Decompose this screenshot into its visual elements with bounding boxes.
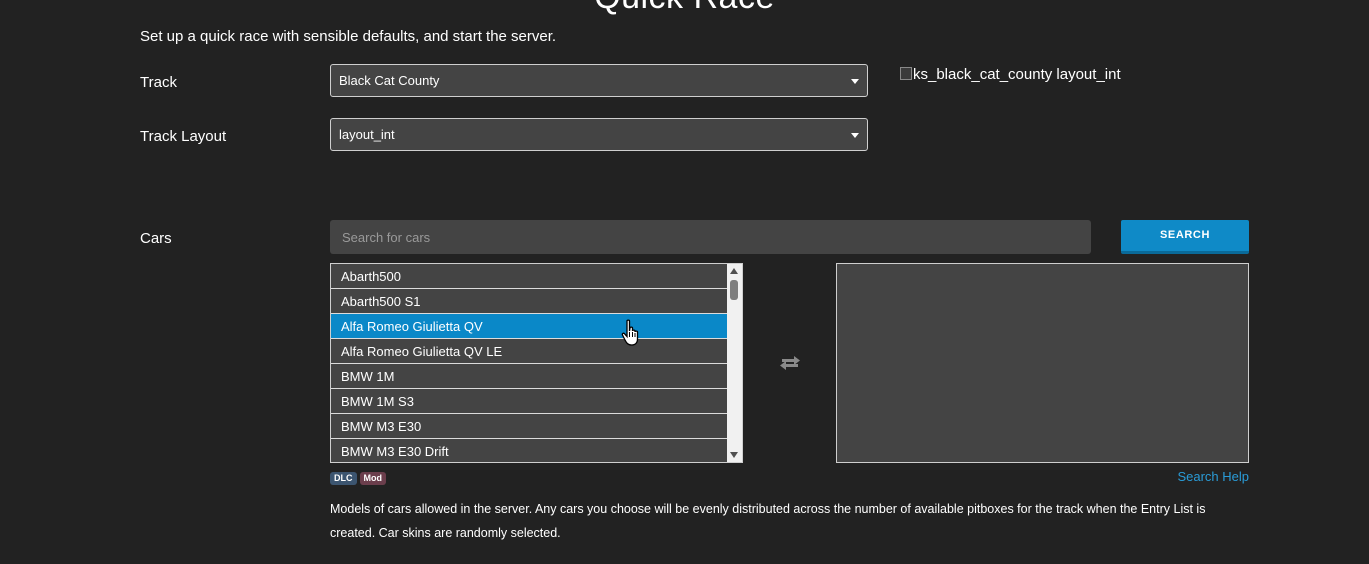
track-select-value: Black Cat County [339,73,440,88]
swap-arrows-icon[interactable] [778,354,802,372]
car-list-item[interactable]: Abarth500 S1 [331,289,727,314]
page-title: Quick Race [0,0,1369,17]
page-subtitle: Set up a quick race with sensible defaul… [140,28,557,45]
car-list-item[interactable]: BMW M3 E30 [331,414,727,439]
car-list-item[interactable]: Alfa Romeo Giulietta QV LE [331,339,727,364]
track-image: ks_black_cat_county layout_int [900,66,1121,83]
cars-label: Cars [140,230,172,247]
available-cars-list[interactable]: Abarth500 Abarth500 S1 Alfa Romeo Giulie… [330,263,743,463]
caret-down-icon [851,133,859,138]
track-layout-label: Track Layout [140,128,227,145]
mod-badge: Mod [359,472,386,485]
cars-help-text: Models of cars allowed in the server. An… [330,502,1206,540]
car-list-scrollbar[interactable] [727,264,742,462]
car-list-item[interactable]: BMW 1M [331,364,727,389]
track-layout-select[interactable]: layout_int [330,118,868,151]
track-layout-select-value: layout_int [339,127,395,142]
car-list-item[interactable]: BMW M3 E30 Drift [331,439,727,462]
car-list-item-selected[interactable]: Alfa Romeo Giulietta QV [331,314,727,339]
caret-down-icon [851,79,859,84]
selected-cars-list[interactable] [836,263,1249,463]
car-badges-legend: DLC Mod [330,472,386,485]
search-button[interactable]: SEARCH [1121,220,1249,254]
track-label: Track [140,74,177,91]
scroll-up-arrow-icon[interactable] [730,268,738,274]
hand-cursor-icon [621,319,639,346]
scroll-thumb[interactable] [730,280,738,300]
scroll-down-arrow-icon[interactable] [730,452,738,458]
car-search-input[interactable] [330,220,1091,254]
track-image-alt-text: ks_black_cat_county layout_int [913,66,1121,83]
search-help-link[interactable]: Search Help [1177,469,1249,484]
dlc-badge: DLC [330,472,357,485]
broken-image-icon [900,67,912,80]
track-select[interactable]: Black Cat County [330,64,868,97]
car-list-item[interactable]: BMW 1M S3 [331,389,727,414]
car-list-item[interactable]: Abarth500 [331,264,727,289]
